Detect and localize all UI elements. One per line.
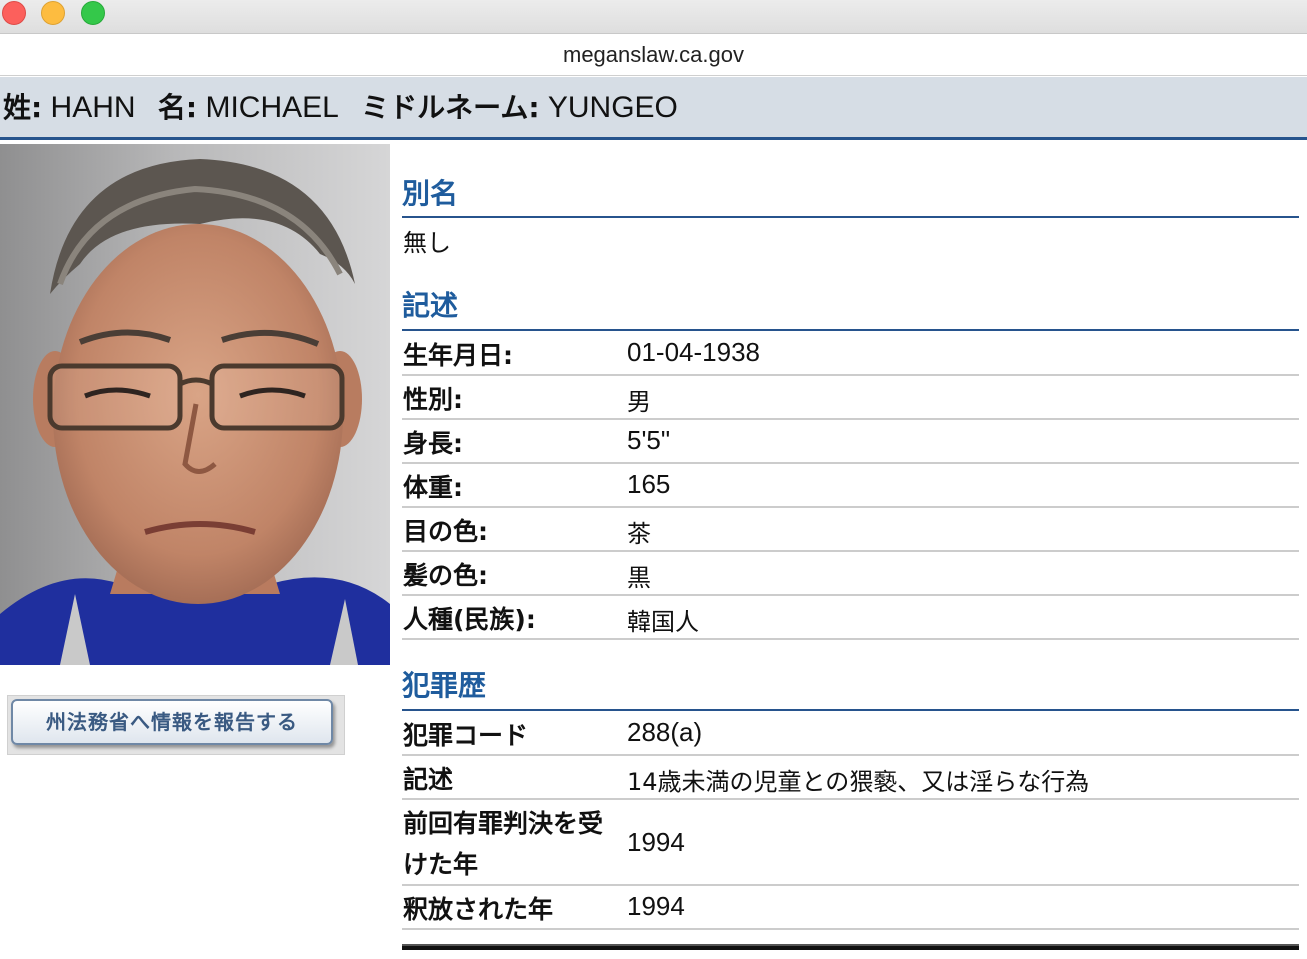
- last-conviction-value: 1994: [627, 827, 685, 857]
- table-bottom-border: [402, 944, 1299, 950]
- report-button-frame: 州法務省へ情報を報告する: [7, 695, 345, 755]
- row-divider: [402, 506, 1299, 508]
- row-divider: [402, 594, 1299, 596]
- row-divider: [402, 638, 1299, 640]
- dob-label: 生年月日:: [403, 341, 513, 370]
- weight-label: 体重:: [403, 473, 463, 502]
- first-name-value: MICHAEL: [205, 91, 339, 124]
- row-divider: [402, 550, 1299, 552]
- hair-color-value: 黒: [627, 564, 651, 592]
- offender-photo: [0, 144, 390, 665]
- offense-description-value: 14歳未満の児童との猥褻、又は淫らな行為: [627, 768, 1090, 796]
- sex-value: 男: [627, 388, 651, 416]
- offense-code-value: 288(a): [627, 717, 703, 747]
- hair-color-label: 髪の色:: [403, 561, 488, 590]
- offense-description-label: 記述: [403, 765, 454, 794]
- description-rule: [402, 329, 1299, 331]
- middle-name-value: YUNGEO: [547, 91, 678, 124]
- last-name-label: 姓:: [3, 91, 43, 124]
- sex-label: 性別:: [403, 385, 463, 414]
- report-to-doj-button[interactable]: 州法務省へ情報を報告する: [11, 699, 333, 745]
- portrait-illustration: [0, 159, 390, 665]
- release-year-value: 1994: [627, 891, 685, 921]
- zoom-window-icon[interactable]: [81, 1, 105, 25]
- eye-color-label: 目の色:: [403, 517, 488, 546]
- aliases-heading: 別名: [402, 177, 459, 210]
- row-divider: [402, 418, 1299, 420]
- name-header: 姓: HAHN 名: MICHAEL ミドルネーム: YUNGEO: [0, 77, 1307, 140]
- aliases-value: 無し: [403, 229, 451, 257]
- ethnicity-value: 韓国人: [627, 608, 699, 636]
- height-value: 5'5": [627, 425, 671, 455]
- height-label: 身長:: [403, 429, 463, 458]
- row-divider: [402, 928, 1299, 930]
- window-titlebar: [0, 0, 1307, 34]
- ethnicity-label: 人種(民族):: [403, 605, 536, 634]
- address-bar-url: meganslaw.ca.gov: [563, 42, 744, 67]
- close-window-icon[interactable]: [2, 1, 26, 25]
- row-divider: [402, 754, 1299, 756]
- minimize-window-icon[interactable]: [41, 1, 65, 25]
- row-divider: [402, 462, 1299, 464]
- last-name-value: HAHN: [50, 91, 136, 124]
- offense-code-label: 犯罪コード: [403, 721, 529, 750]
- offenses-heading: 犯罪歴: [402, 669, 487, 702]
- eye-color-value: 茶: [627, 520, 651, 548]
- weight-value: 165: [627, 469, 671, 499]
- row-divider: [402, 884, 1299, 886]
- release-year-label: 釈放された年: [403, 895, 554, 924]
- last-conviction-label-line2: けた年: [403, 850, 479, 879]
- row-divider: [402, 798, 1299, 800]
- last-conviction-label-line1: 前回有罪判決を受: [403, 809, 604, 838]
- row-divider: [402, 374, 1299, 376]
- aliases-rule: [402, 216, 1299, 218]
- middle-name-label: ミドルネーム:: [361, 91, 540, 124]
- description-heading: 記述: [402, 289, 459, 322]
- address-bar[interactable]: meganslaw.ca.gov: [0, 35, 1307, 76]
- offenses-rule: [402, 709, 1299, 711]
- dob-value: 01-04-1938: [627, 337, 760, 367]
- first-name-label: 名:: [157, 91, 198, 124]
